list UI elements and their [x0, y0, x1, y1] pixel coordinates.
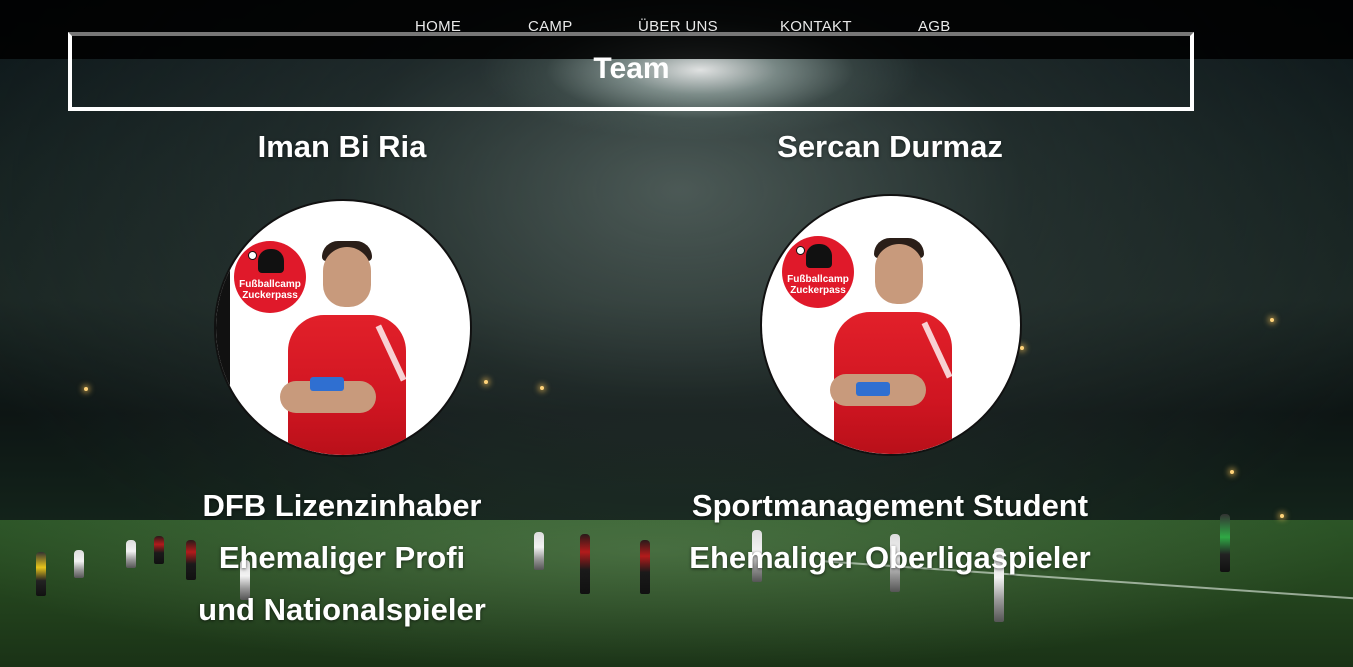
member-role-line: Ehemaliger Profi: [218, 540, 466, 575]
city-light: [1230, 470, 1234, 474]
fussballcamp-logo-icon: Fußballcamp Zuckerpass: [234, 241, 306, 313]
player-figure: [640, 540, 650, 594]
city-light: [484, 380, 488, 384]
page-title: Team: [593, 52, 670, 85]
fussballcamp-logo-icon: Fußballcamp Zuckerpass: [782, 236, 854, 308]
player-figure: [1220, 514, 1230, 572]
member-role-line: Sportmanagement Student: [691, 488, 1089, 523]
member-role-line: Ehemaliger Oberligaspieler: [689, 540, 1091, 575]
city-light: [84, 387, 88, 391]
player-figure: [74, 550, 84, 578]
member-name: Sercan Durmaz: [777, 129, 1003, 164]
member-name: Iman Bi Ria: [257, 129, 427, 164]
member-photo: Fußballcamp Zuckerpass: [214, 199, 472, 457]
player-figure: [580, 534, 590, 594]
member-role-line: und Nationalspieler: [198, 592, 486, 627]
member-photo: Fußballcamp Zuckerpass: [760, 194, 1022, 456]
city-light: [540, 386, 544, 390]
member-role-line: DFB Lizenzinhaber: [202, 488, 482, 523]
city-light: [1270, 318, 1274, 322]
photo-edge: [216, 261, 230, 401]
player-figure: [36, 552, 46, 596]
city-light: [1020, 346, 1024, 350]
city-light: [1280, 514, 1284, 518]
player-figure: [126, 540, 136, 568]
